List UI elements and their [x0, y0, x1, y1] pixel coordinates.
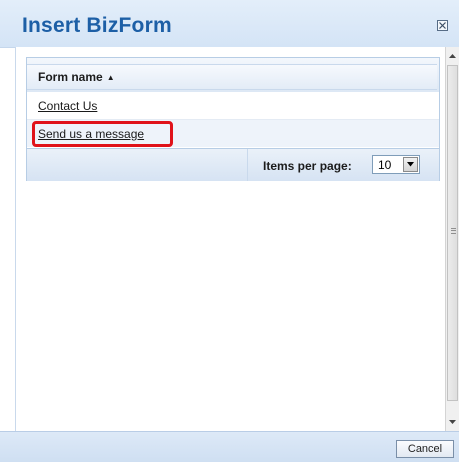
dialog-content: Form name ▲ Contact Us Send us a message … [15, 47, 446, 431]
items-per-page-select[interactable]: 10 [372, 155, 420, 174]
bizform-grid: Form name ▲ Contact Us Send us a message … [26, 57, 440, 181]
table-row: Contact Us [27, 92, 439, 120]
sort-ascending-icon: ▲ [106, 73, 115, 82]
column-header-label: Form name [38, 70, 103, 84]
close-icon[interactable] [437, 20, 448, 31]
grid-header-row: Form name ▲ [27, 64, 437, 90]
vertical-scrollbar[interactable] [445, 47, 459, 431]
form-link-contact-us[interactable]: Contact Us [38, 99, 97, 113]
dialog-title: Insert BizForm [22, 14, 172, 37]
chevron-down-icon[interactable] [403, 157, 418, 172]
grid-header: Form name ▲ [27, 58, 439, 93]
items-per-page-label: Items per page: [263, 159, 352, 173]
grid-pager: Items per page: 10 [27, 148, 439, 181]
scrollbar-thumb[interactable] [447, 65, 458, 401]
dialog-footer: Cancel [0, 431, 459, 462]
column-header-form-name[interactable]: Form name ▲ [38, 70, 115, 84]
grip-icon [451, 228, 456, 234]
cancel-button[interactable]: Cancel [396, 440, 454, 458]
table-row: Send us a message [27, 120, 439, 147]
scroll-down-icon[interactable] [446, 415, 459, 429]
dialog-titlebar: Insert BizForm [0, 0, 459, 48]
scroll-up-icon[interactable] [446, 49, 459, 63]
items-per-page-value: 10 [378, 158, 392, 172]
selection-highlight [32, 121, 173, 147]
insert-bizform-dialog: Insert BizForm Form name ▲ Contact Us Sen… [0, 0, 459, 462]
pager-left-area [27, 149, 248, 181]
